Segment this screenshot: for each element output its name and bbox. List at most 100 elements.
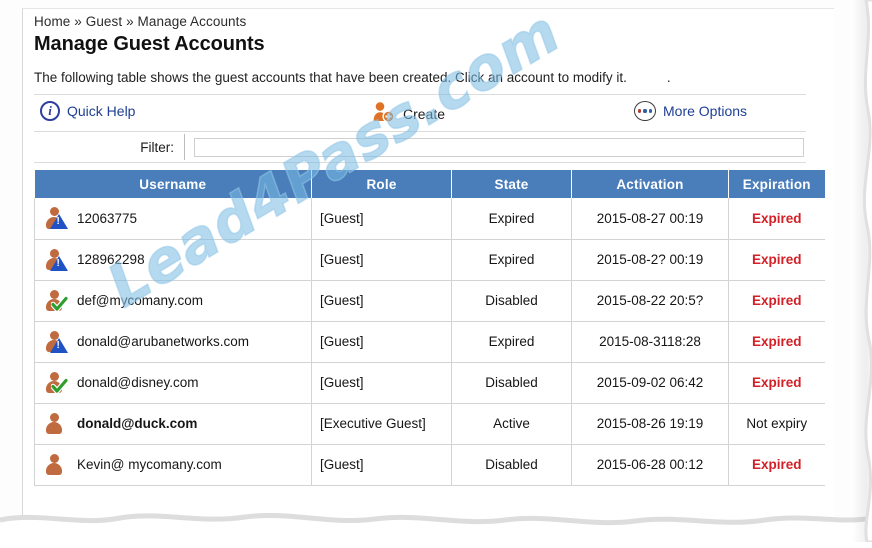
breadcrumb[interactable]: Home » Guest » Manage Accounts bbox=[34, 14, 824, 29]
table-header-row: Username Role State Activation Expiratio… bbox=[34, 170, 825, 198]
user-check-icon bbox=[43, 371, 69, 395]
cell-activation: 2015-06-28 00:12 bbox=[571, 444, 729, 486]
cell-role-text: [Guest] bbox=[320, 375, 364, 390]
cell-state-text: Active bbox=[493, 416, 530, 431]
cell-expiration-text: Expired bbox=[751, 375, 802, 390]
username-cell-content: donald@disney.com bbox=[43, 371, 303, 395]
table-row[interactable]: donald@duck.com [Executive Guest] Active 20… bbox=[34, 403, 825, 445]
cell-role-text: [Executive Guest] bbox=[320, 416, 426, 431]
cell-expiration: Expired bbox=[728, 239, 825, 281]
cell-username[interactable]: Kevin@ mycomany.com bbox=[34, 444, 312, 486]
username-text: donald@arubanetworks.com bbox=[77, 334, 250, 349]
cell-activation-text: 2015-08-2? 00:19 bbox=[596, 252, 704, 267]
intro-sentence: The following table shows the guest acco… bbox=[34, 70, 627, 85]
username-text: 12063775 bbox=[77, 210, 138, 226]
username-text: 128962298 bbox=[77, 252, 145, 267]
user-warning-icon bbox=[43, 330, 68, 354]
cell-state: Disabled bbox=[451, 280, 572, 322]
quick-help-button[interactable]: i Quick Help bbox=[40, 101, 135, 121]
username-cell-content: Kevin@ mycomany.com bbox=[43, 453, 303, 477]
user-icon bbox=[43, 453, 67, 477]
table-row[interactable]: 12063775 [Guest] Expired 2015-08-27 00:19 Ex… bbox=[34, 198, 825, 240]
person-body bbox=[46, 463, 62, 475]
create-button[interactable]: Create bbox=[372, 101, 445, 126]
cell-activation: 2015-08-22 20:5? bbox=[571, 280, 729, 322]
filter-label: Filter: bbox=[140, 139, 174, 155]
cell-state: Active bbox=[451, 403, 572, 445]
page-content: Home » Guest » Manage Accounts Manage Gu… bbox=[34, 14, 825, 486]
cell-expiration-text: Not expiry bbox=[746, 416, 808, 431]
table-row[interactable]: Kevin@ mycomany.com [Guest] Disabled 2015-0… bbox=[34, 444, 825, 486]
more-options-button[interactable]: More Options bbox=[634, 101, 747, 121]
quick-help-label: Quick Help bbox=[67, 103, 136, 119]
cell-activation-text: 2015-08-3118:28 bbox=[599, 334, 701, 349]
username-text: donald@duck.com bbox=[77, 416, 198, 431]
cell-expiration: Expired bbox=[728, 362, 825, 404]
user-warning-icon bbox=[43, 248, 68, 272]
cell-role: [Guest] bbox=[311, 198, 452, 240]
cell-activation-text: 2015-06-28 00:12 bbox=[596, 457, 704, 472]
cell-activation-text: 2015-08-27 00:19 bbox=[596, 210, 704, 226]
column-header-activation[interactable]: Activation bbox=[571, 170, 729, 198]
cell-role-text: [Guest] bbox=[320, 252, 364, 267]
cell-activation: 2015-08-2? 00:19 bbox=[571, 239, 729, 281]
cell-activation-text: 2015-08-22 20:5? bbox=[596, 293, 704, 308]
cell-activation: 2015-09-02 06:42 bbox=[571, 362, 729, 404]
cell-activation: 2015-08-26 19:19 bbox=[571, 403, 729, 445]
warning-triangle-icon bbox=[50, 214, 68, 230]
filter-input[interactable] bbox=[194, 137, 804, 157]
table-row[interactable]: 128962298 [Guest] Expired 2015-08-2? 00:19 E… bbox=[34, 239, 825, 281]
user-warning-icon bbox=[43, 206, 68, 230]
accounts-table: Username Role State Activation Expiratio… bbox=[34, 170, 825, 486]
cell-role: [Guest] bbox=[311, 239, 452, 281]
accounts-table-body: 12063775 [Guest] Expired 2015-08-27 00:19 Ex… bbox=[34, 198, 825, 486]
user-icon bbox=[43, 412, 67, 436]
table-row[interactable]: donald@arubanetworks.com [Guest] Expired 20… bbox=[34, 321, 825, 363]
cell-role: [Guest] bbox=[311, 444, 452, 486]
column-header-state[interactable]: State bbox=[451, 170, 572, 198]
create-label: Create bbox=[403, 105, 446, 122]
cell-state-text: Expired bbox=[488, 334, 535, 349]
cell-state-text: Disabled bbox=[485, 457, 538, 472]
cell-username[interactable]: donald@arubanetworks.com bbox=[34, 321, 312, 363]
cell-username[interactable]: def@mycomany.com bbox=[34, 280, 312, 322]
cell-state-text: Expired bbox=[488, 210, 535, 226]
user-check-icon bbox=[43, 289, 69, 313]
cell-username[interactable]: donald@disney.com bbox=[34, 362, 312, 404]
username-cell-content: donald@arubanetworks.com bbox=[43, 330, 303, 354]
username-cell-content: donald@duck.com bbox=[43, 412, 303, 436]
cell-state: Expired bbox=[451, 321, 572, 363]
column-header-role[interactable]: Role bbox=[311, 170, 452, 198]
cell-activation-text: 2015-09-02 06:42 bbox=[596, 375, 704, 390]
more-options-label: More Options bbox=[663, 103, 748, 119]
action-toolbar: i Quick Help Create More Options bbox=[34, 95, 806, 132]
intro-text: The following table shows the guest acco… bbox=[34, 70, 824, 85]
cell-expiration-text: Expired bbox=[751, 334, 802, 349]
cell-expiration: Not expiry bbox=[728, 403, 825, 445]
table-row[interactable]: donald@disney.com [Guest] Disabled 2015-09-… bbox=[34, 362, 825, 404]
cell-username[interactable]: 12063775 bbox=[34, 198, 312, 240]
username-cell-content: 128962298 bbox=[43, 248, 303, 272]
column-header-username[interactable]: Username bbox=[34, 170, 312, 198]
cell-role-text: [Guest] bbox=[320, 210, 364, 226]
cell-role-text: [Guest] bbox=[320, 334, 364, 349]
person-head bbox=[49, 412, 59, 422]
username-cell-content: 12063775 bbox=[43, 206, 303, 230]
warning-triangle-icon bbox=[50, 337, 68, 353]
check-mark-icon bbox=[50, 295, 69, 313]
cell-state-text: Expired bbox=[488, 252, 535, 267]
table-row[interactable]: def@mycomany.com [Guest] Disabled 2015-08-2… bbox=[34, 280, 825, 322]
column-header-expiration[interactable]: Expiration bbox=[728, 170, 825, 198]
cell-expiration: Expired bbox=[728, 280, 825, 322]
cell-role: [Guest] bbox=[311, 362, 452, 404]
cell-expiration-text: Expired bbox=[751, 293, 802, 308]
cell-activation: 2015-08-3118:28 bbox=[571, 321, 729, 363]
username-cell-content: def@mycomany.com bbox=[43, 289, 303, 313]
cell-role: [Guest] bbox=[311, 321, 452, 363]
cell-expiration-text: Expired bbox=[751, 252, 802, 267]
cell-state-text: Disabled bbox=[485, 293, 538, 308]
cell-username[interactable]: 128962298 bbox=[34, 239, 312, 281]
intro-trailing-dot: . bbox=[666, 70, 671, 85]
cell-state-text: Disabled bbox=[485, 375, 538, 390]
cell-username[interactable]: donald@duck.com bbox=[34, 403, 312, 445]
